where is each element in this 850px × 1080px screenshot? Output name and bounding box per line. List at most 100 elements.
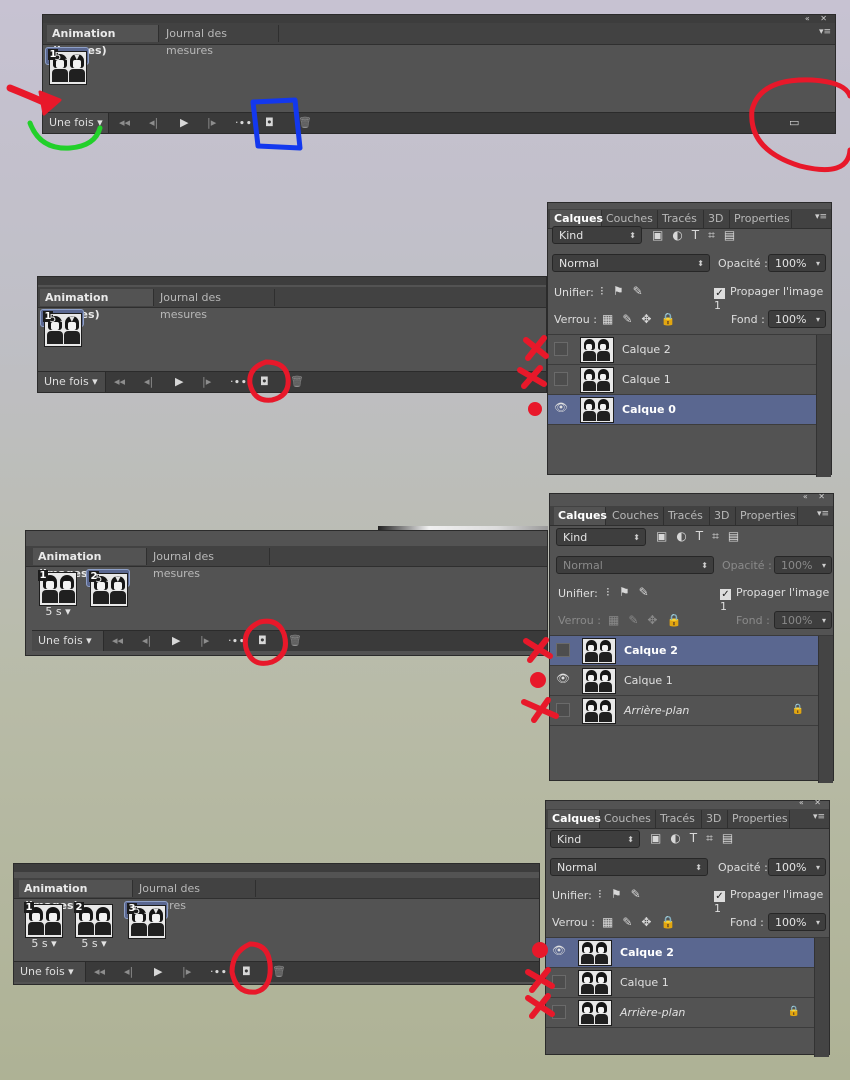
eye-icon[interactable]: 👁: [552, 945, 566, 959]
tab-3d[interactable]: 3D: [702, 810, 728, 828]
play-icon[interactable]: ▶: [175, 374, 183, 390]
tab-3d[interactable]: 3D: [710, 507, 736, 525]
propagate-checkbox[interactable]: ✓ Propager l'image 1: [714, 888, 829, 915]
panel-window-buttons[interactable]: « ✕: [803, 492, 829, 501]
delete-frame-icon[interactable]: 🗑: [288, 633, 302, 649]
scrollbar[interactable]: [818, 636, 833, 783]
loop-select[interactable]: Une fois ▾: [14, 962, 86, 982]
frame-3[interactable]: 3 5 s ▾: [124, 901, 168, 939]
duplicate-frame-icon[interactable]: ◘: [258, 633, 267, 649]
visibility-toggle[interactable]: [556, 703, 570, 717]
frame-duration[interactable]: 5 s ▾: [46, 50, 88, 64]
previous-frame-icon[interactable]: ◂|: [142, 633, 151, 649]
layer-row[interactable]: Calque 1: [548, 365, 816, 395]
frame-duration[interactable]: 5 s ▾: [125, 904, 167, 918]
tab-journal[interactable]: Journal des mesures: [148, 548, 270, 580]
tab-animation[interactable]: Animation (images): [40, 289, 154, 321]
next-frame-icon[interactable]: |▸: [207, 115, 216, 131]
frame-1[interactable]: 1 5 s ▾: [22, 901, 66, 951]
blend-mode-select[interactable]: Normal ⬍: [552, 254, 710, 272]
first-frame-icon[interactable]: ◂◂: [114, 374, 125, 390]
frame-1[interactable]: 1 5 s ▾: [40, 309, 84, 347]
tween-icon[interactable]: ·∙∙: [230, 374, 247, 390]
play-icon[interactable]: ▶: [180, 115, 188, 131]
blend-mode-select[interactable]: Normal ⬍: [550, 858, 708, 876]
tween-icon[interactable]: ·∙∙: [210, 964, 227, 980]
propagate-checkbox[interactable]: ✓ Propager l'image 1: [720, 586, 833, 613]
play-icon[interactable]: ▶: [154, 964, 162, 980]
lock-icons[interactable]: ▦✎✥🔒: [608, 613, 690, 627]
tab-properties[interactable]: Properties: [736, 507, 798, 525]
layer-row[interactable]: Calque 2: [548, 335, 816, 365]
tab-journal[interactable]: Journal des mesures: [161, 25, 279, 57]
filter-icons[interactable]: ▣◐T⌗▤: [656, 529, 748, 544]
lock-icons[interactable]: ▦✎✥🔒: [602, 915, 684, 929]
first-frame-icon[interactable]: ◂◂: [112, 633, 123, 649]
fill-input[interactable]: 100% ▾: [774, 611, 832, 629]
tab-couches[interactable]: Couches: [600, 810, 656, 828]
layer-row[interactable]: 👁 Calque 0: [548, 395, 816, 425]
visibility-toggle[interactable]: [554, 372, 568, 386]
next-frame-icon[interactable]: |▸: [182, 964, 191, 980]
visibility-toggle[interactable]: [556, 643, 570, 657]
filter-icons[interactable]: ▣◐T⌗▤: [650, 831, 742, 846]
panel-window-buttons[interactable]: « ✕: [805, 14, 831, 23]
visibility-toggle[interactable]: [554, 342, 568, 356]
frame-2[interactable]: 2 5 s ▾: [86, 569, 130, 607]
tab-journal[interactable]: Journal des mesures: [134, 880, 256, 912]
tab-properties[interactable]: Properties: [730, 210, 792, 228]
convert-timeline-icon[interactable]: ▭: [789, 115, 799, 131]
layer-row[interactable]: Arrière-plan 🔒: [550, 696, 818, 726]
tab-traces[interactable]: Tracés: [658, 210, 704, 228]
unify-icons[interactable]: ⁝⚑✎: [598, 887, 650, 901]
tween-icon[interactable]: ·∙∙: [228, 633, 245, 649]
tab-journal[interactable]: Journal des mesures: [155, 289, 275, 321]
lock-icons[interactable]: ▦✎✥🔒: [602, 312, 684, 326]
layer-row[interactable]: Calque 2: [550, 636, 818, 666]
tab-traces[interactable]: Tracés: [656, 810, 702, 828]
eye-icon[interactable]: 👁: [556, 673, 570, 687]
delete-frame-icon[interactable]: 🗑: [298, 115, 312, 131]
first-frame-icon[interactable]: ◂◂: [94, 964, 105, 980]
panel-menu-icon[interactable]: ▾≡: [817, 509, 829, 519]
layer-row[interactable]: 👁 Calque 2: [546, 938, 814, 968]
kind-filter-select[interactable]: Kind ⬍: [552, 226, 642, 244]
unify-icons[interactable]: ⁝⚑✎: [600, 284, 652, 298]
opacity-input[interactable]: 100% ▾: [768, 254, 826, 272]
tab-animation[interactable]: Animation (images): [33, 548, 147, 580]
filter-icons[interactable]: ▣◐T⌗▤: [652, 228, 744, 243]
panel-window-buttons[interactable]: « ✕: [799, 798, 825, 807]
duplicate-frame-icon[interactable]: ◘: [260, 374, 269, 390]
scrollbar[interactable]: [816, 335, 831, 477]
eye-icon[interactable]: 👁: [554, 402, 568, 416]
layer-row[interactable]: Calque 1: [546, 968, 814, 998]
first-frame-icon[interactable]: ◂◂: [119, 115, 130, 131]
delete-frame-icon[interactable]: 🗑: [272, 964, 286, 980]
layer-row[interactable]: 👁 Calque 1: [550, 666, 818, 696]
frame-duration[interactable]: 5 s ▾: [36, 605, 80, 619]
loop-select[interactable]: Une fois ▾: [32, 631, 104, 651]
loop-select[interactable]: Une fois ▾: [38, 372, 106, 392]
unify-icons[interactable]: ⁝⚑✎: [606, 585, 658, 599]
frame-1[interactable]: 1 5 s ▾: [36, 569, 80, 619]
kind-filter-select[interactable]: Kind ⬍: [550, 830, 640, 848]
tab-animation[interactable]: Animation (images): [19, 880, 133, 912]
panel-menu-icon[interactable]: ▾≡: [815, 212, 827, 222]
frame-duration[interactable]: 5 s ▾: [41, 312, 83, 326]
fill-input[interactable]: 100% ▾: [768, 913, 826, 931]
delete-frame-icon[interactable]: 🗑: [290, 374, 304, 390]
opacity-input[interactable]: 100% ▾: [774, 556, 832, 574]
propagate-checkbox[interactable]: ✓ Propager l'image 1: [714, 285, 831, 312]
previous-frame-icon[interactable]: ◂|: [149, 115, 158, 131]
opacity-input[interactable]: 100% ▾: [768, 858, 826, 876]
duplicate-frame-icon[interactable]: ◘: [265, 115, 274, 131]
tab-calques[interactable]: Calques: [548, 810, 601, 828]
tween-icon[interactable]: ·∙∙: [235, 115, 252, 131]
tab-traces[interactable]: Tracés: [664, 507, 710, 525]
layer-row[interactable]: Arrière-plan 🔒: [546, 998, 814, 1028]
frame-duration[interactable]: 5 s ▾: [87, 572, 129, 586]
next-frame-icon[interactable]: |▸: [202, 374, 211, 390]
fill-input[interactable]: 100% ▾: [768, 310, 826, 328]
frame-duration[interactable]: 5 s ▾: [72, 937, 116, 951]
frame-1[interactable]: 1 5 s ▾: [45, 47, 89, 85]
